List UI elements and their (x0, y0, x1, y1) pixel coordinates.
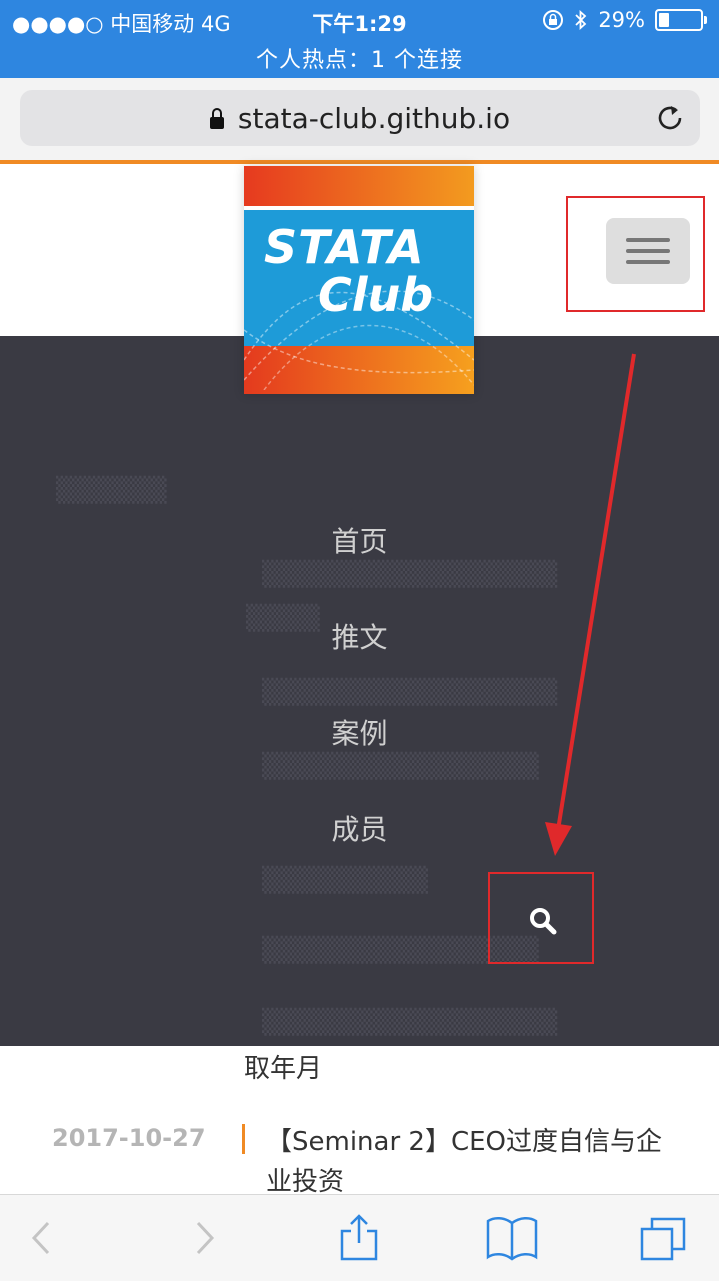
reload-icon[interactable] (654, 102, 686, 134)
ghost-text: ▒▒▒▒▒▒▒▒▒▒▒▒▒▒▒▒ (262, 678, 558, 706)
post-date: 2017-10-27 (52, 1124, 206, 1152)
hamburger-menu-button[interactable] (606, 218, 690, 284)
logo-top-band (244, 166, 474, 206)
battery-icon (655, 9, 707, 31)
ghost-text: ▒▒▒▒▒▒▒▒▒▒▒▒▒▒▒▒ (262, 560, 558, 588)
hotspot-banner[interactable]: 个人热点：1 个连接 (0, 42, 719, 74)
browser-toolbar (0, 1194, 719, 1281)
forward-icon[interactable] (178, 1213, 228, 1263)
post-title-continued[interactable]: 取年月 (244, 1048, 322, 1085)
ghost-text: ▒▒▒▒▒▒▒▒▒▒▒▒▒▒▒▒ (262, 1008, 558, 1036)
hamburger-line-icon (626, 249, 670, 253)
nav-item-posts[interactable]: 推文 (0, 616, 719, 656)
lock-icon (209, 107, 224, 129)
ghost-text: ▒▒▒▒▒▒▒▒▒▒▒▒▒▒▒ (262, 752, 539, 780)
post-divider (242, 1124, 245, 1154)
nav-item-members[interactable]: 成员 (0, 808, 719, 848)
search-button[interactable] (488, 872, 594, 964)
battery-percent: 29% (598, 8, 645, 32)
bluetooth-icon (575, 9, 587, 31)
ghost-text: ▒▒▒▒▒▒▒▒▒ (262, 866, 429, 894)
site-logo[interactable]: STATA Club (244, 166, 474, 394)
address-display: stata-club.github.io (20, 102, 700, 135)
bookmarks-icon[interactable] (484, 1213, 540, 1263)
share-icon[interactable] (334, 1213, 384, 1263)
hamburger-line-icon (626, 238, 670, 242)
status-right: 29% (542, 8, 707, 32)
back-icon[interactable] (18, 1213, 68, 1263)
status-bar: ●●●●○ 中国移动 4G 下午1:29 29% 个人热点：1 个连接 (0, 0, 719, 78)
nav-item-home[interactable]: 首页 (0, 520, 719, 560)
hamburger-line-icon (626, 260, 670, 264)
ghost-text: ▒▒▒▒▒▒ (56, 476, 167, 504)
rotation-lock-icon (543, 10, 564, 30)
logo-text-stata: STATA (264, 220, 425, 274)
post-title-link[interactable]: 【Seminar 2】CEO过度自信与企业投资 (266, 1122, 686, 1202)
tabs-icon[interactable] (638, 1213, 688, 1263)
logo-text-club: Club (318, 268, 434, 322)
nav-item-cases[interactable]: 案例 (0, 712, 719, 752)
nav-menu-overlay: ▒▒▒▒▒▒ ▒▒▒▒▒▒▒▒▒▒▒▒▒▒▒▒ ▒▒▒▒ ▒▒▒▒▒▒▒▒▒▒▒… (0, 336, 719, 1046)
search-icon (530, 908, 557, 935)
address-bar[interactable]: stata-club.github.io (20, 90, 700, 146)
url-text: stata-club.github.io (237, 102, 511, 135)
browser-address-area: stata-club.github.io (0, 78, 719, 160)
